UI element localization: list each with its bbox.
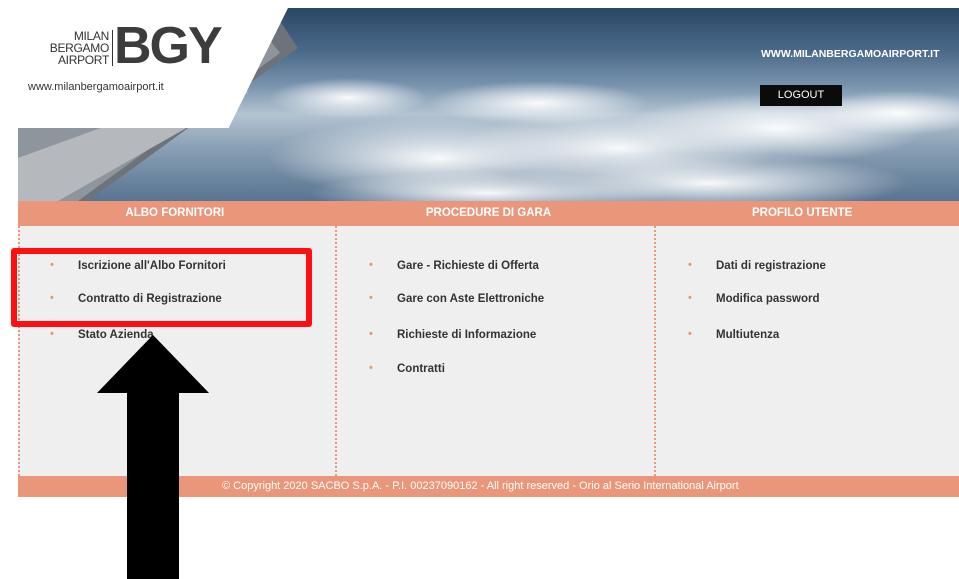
tab-albo-fornitori[interactable]: ALBO FORNITORI (18, 201, 332, 226)
logout-button[interactable]: LOGOUT (760, 85, 842, 106)
logo-divider (112, 30, 113, 66)
site-link[interactable]: WWW.MILANBERGAMOAIRPORT.IT (761, 48, 939, 60)
bullet-icon: • (369, 328, 373, 340)
tab-procedure-di-gara[interactable]: PROCEDURE DI GARA (332, 201, 646, 226)
section-tabs: ALBO FORNITORI PROCEDURE DI GARA PROFILO… (18, 201, 959, 226)
procedure-di-gara-menu: • Gare - Richieste di Offerta • Gare con A… (369, 259, 545, 375)
highlight-box (11, 248, 312, 327)
logo-line-airport: AIRPORT (57, 53, 109, 67)
bullet-icon: • (688, 292, 692, 304)
up-arrow-icon (97, 335, 209, 579)
bullet-icon: • (688, 328, 692, 340)
logo-bgy: BGY (114, 17, 223, 75)
bullet-icon: • (369, 292, 373, 304)
copyright-text: © Copyright 2020 SACBO S.p.A. - P.I. 002… (222, 480, 739, 492)
logo-url: www.milanbergamoairport.it (28, 81, 164, 93)
header-banner: MILAN BERGAMO AIRPORT BGY www.milanberga… (18, 8, 959, 201)
bullet-icon: • (50, 328, 54, 340)
tab-profilo-utente[interactable]: PROFILO UTENTE (645, 201, 959, 226)
bullet-icon: • (369, 362, 373, 374)
profilo-utente-menu: • Dati di registrazione • Modifica passwor… (688, 259, 826, 341)
bullet-icon: • (369, 259, 373, 271)
logo-wordmark: MILAN BERGAMO AIRPORT (26, 30, 110, 67)
bullet-icon: • (688, 259, 692, 271)
